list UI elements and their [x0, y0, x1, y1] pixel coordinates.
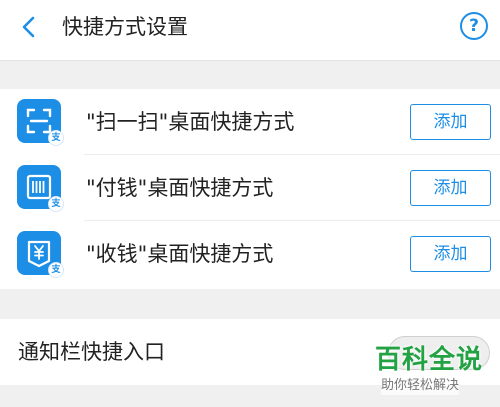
shortcut-label: "付钱"桌面快捷方式 — [86, 176, 274, 200]
receive-money-icon: 支 — [17, 231, 64, 278]
alipay-badge-icon: 支 — [48, 130, 64, 146]
shortcut-row-pay: 支 "付钱"桌面快捷方式 添加 — [0, 155, 500, 221]
add-scan-shortcut-button[interactable]: 添加 — [410, 104, 491, 140]
shortcut-label: "收钱"桌面快捷方式 — [86, 242, 274, 266]
watermark-subtitle: 助你轻松解决 — [381, 377, 460, 395]
notification-label: 通知栏快捷入口 — [18, 340, 165, 364]
help-icon[interactable]: ? — [460, 12, 488, 40]
alipay-badge-icon: 支 — [48, 262, 64, 278]
pay-barcode-icon: 支 — [17, 165, 64, 212]
scan-icon: 支 — [17, 99, 64, 146]
shortcut-row-scan: 支 "扫一扫"桌面快捷方式 添加 — [0, 89, 500, 155]
add-receive-shortcut-button[interactable]: 添加 — [410, 236, 491, 272]
watermark-logo: 百科全说 助你轻松解决 — [375, 345, 495, 401]
chevron-left-icon[interactable] — [16, 13, 44, 41]
top-bar: 快捷方式设置 ? — [0, 0, 500, 61]
shortcut-label: "扫一扫"桌面快捷方式 — [86, 110, 295, 134]
watermark-title: 百科全说 — [375, 345, 484, 375]
page-title: 快捷方式设置 — [62, 15, 188, 39]
shortcut-row-receive: 支 "收钱"桌面快捷方式 添加 — [0, 221, 500, 287]
add-pay-shortcut-button[interactable]: 添加 — [410, 170, 491, 206]
shortcut-list: 支 "扫一扫"桌面快捷方式 添加 支 "付钱"桌面快捷方式 添加 支 "收钱"桌… — [0, 89, 500, 289]
alipay-badge-icon: 支 — [48, 196, 64, 212]
